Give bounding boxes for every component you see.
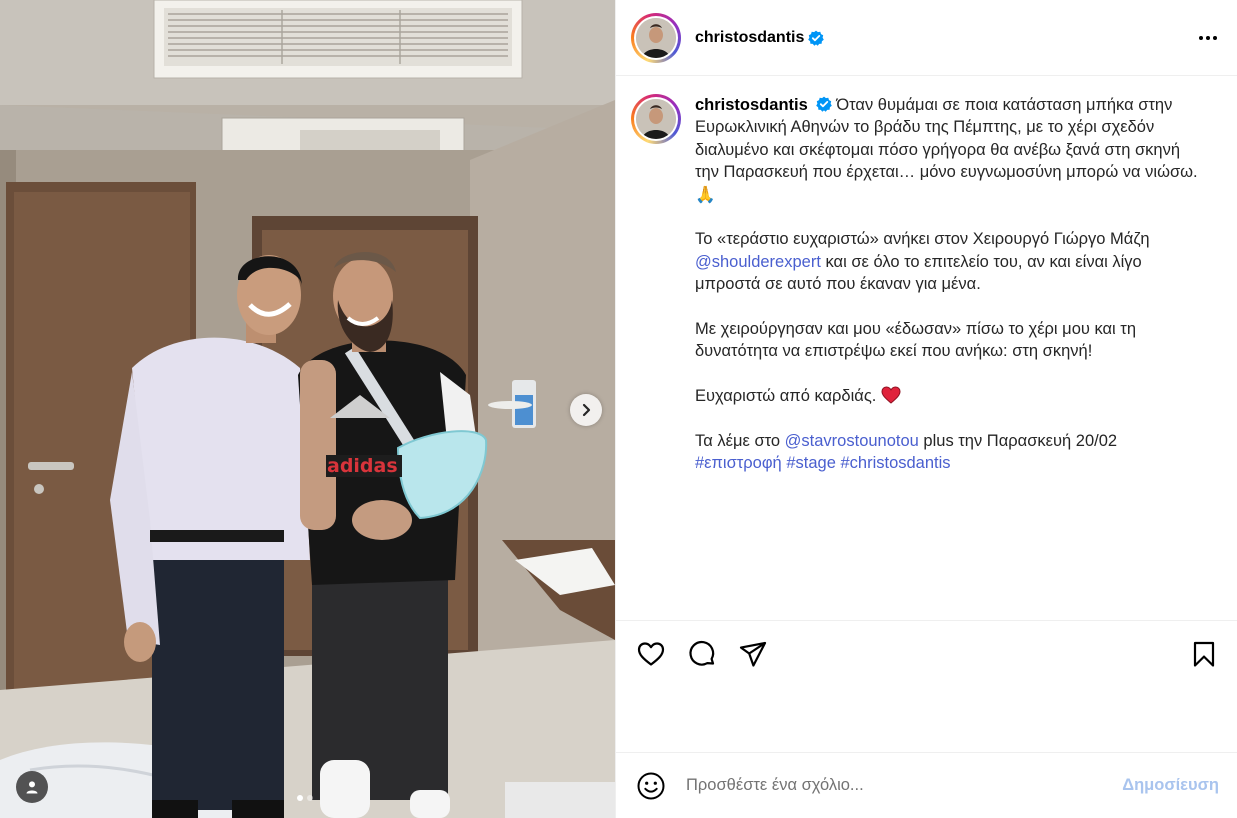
hashtag-link[interactable]: #christosdantis xyxy=(840,454,950,472)
more-options-icon[interactable] xyxy=(1195,30,1221,46)
emoji-icon[interactable] xyxy=(636,771,666,801)
avatar-image xyxy=(636,17,676,58)
user-tag-icon xyxy=(26,781,38,794)
svg-text:adidas: adidas xyxy=(327,455,398,477)
carousel-dot xyxy=(307,795,313,801)
post-comment-button[interactable]: Δημοσίευση xyxy=(1122,776,1219,795)
instagram-post: adidas christosdantis christosdantis Ότα… xyxy=(0,0,1237,818)
avatar-image xyxy=(636,99,676,139)
caption-paragraph-4: Ευχαριστώ από καρδιάς. xyxy=(695,387,877,406)
mention-stavrostounotou[interactable]: @stavrostounotou xyxy=(785,432,919,450)
post-media[interactable]: adidas xyxy=(0,0,615,818)
profile-avatar[interactable] xyxy=(631,12,681,63)
user-tag-button[interactable] xyxy=(16,771,48,803)
comment-input[interactable] xyxy=(686,776,1123,795)
post-photo: adidas xyxy=(0,0,615,818)
caption-username[interactable]: christosdantis xyxy=(695,96,808,114)
caption-paragraph-5-end: plus την Παρασκευή 20/02 xyxy=(918,432,1118,451)
carousel-dots xyxy=(297,795,313,801)
comment-bar: Δημοσίευση xyxy=(616,752,1237,818)
verified-badge-icon xyxy=(816,96,833,112)
post-header: christosdantis xyxy=(616,0,1237,76)
caption-area: christosdantis Όταν θυμάμαι σε ποια κατά… xyxy=(616,76,1237,620)
post-panel: christosdantis christosdantis Όταν θυμάμ… xyxy=(615,0,1237,818)
hashtag-link[interactable]: #επιστροφή xyxy=(695,454,782,472)
mention-shoulderexpert[interactable]: @shoulderexpert xyxy=(695,253,821,271)
chevron-right-icon xyxy=(582,403,591,417)
caption-paragraph-3: Με χειρούργησαν και μου «έδωσαν» πίσω το… xyxy=(695,320,1137,361)
action-bar xyxy=(616,620,1237,752)
caption-paragraph-2: Το «τεράστιο ευχαριστώ» ανήκει στον Χειρ… xyxy=(695,230,1150,249)
caption-text: christosdantis Όταν θυμάμαι σε ποια κατά… xyxy=(695,94,1200,620)
heart-icon[interactable] xyxy=(636,639,666,669)
bookmark-icon[interactable] xyxy=(1189,639,1219,669)
pray-emoji: 🙏 xyxy=(695,185,716,204)
carousel-next-button[interactable] xyxy=(570,394,602,426)
hashtag-link[interactable]: #stage xyxy=(786,454,836,472)
heart-emoji-icon xyxy=(881,386,901,405)
carousel-dot xyxy=(297,795,303,801)
caption-avatar[interactable] xyxy=(631,94,681,144)
comment-icon[interactable] xyxy=(687,639,717,669)
header-username[interactable]: christosdantis xyxy=(695,29,804,47)
caption-paragraph-5: Τα λέμε στο xyxy=(695,432,785,451)
share-icon[interactable] xyxy=(738,639,768,669)
verified-badge-icon xyxy=(808,30,825,46)
